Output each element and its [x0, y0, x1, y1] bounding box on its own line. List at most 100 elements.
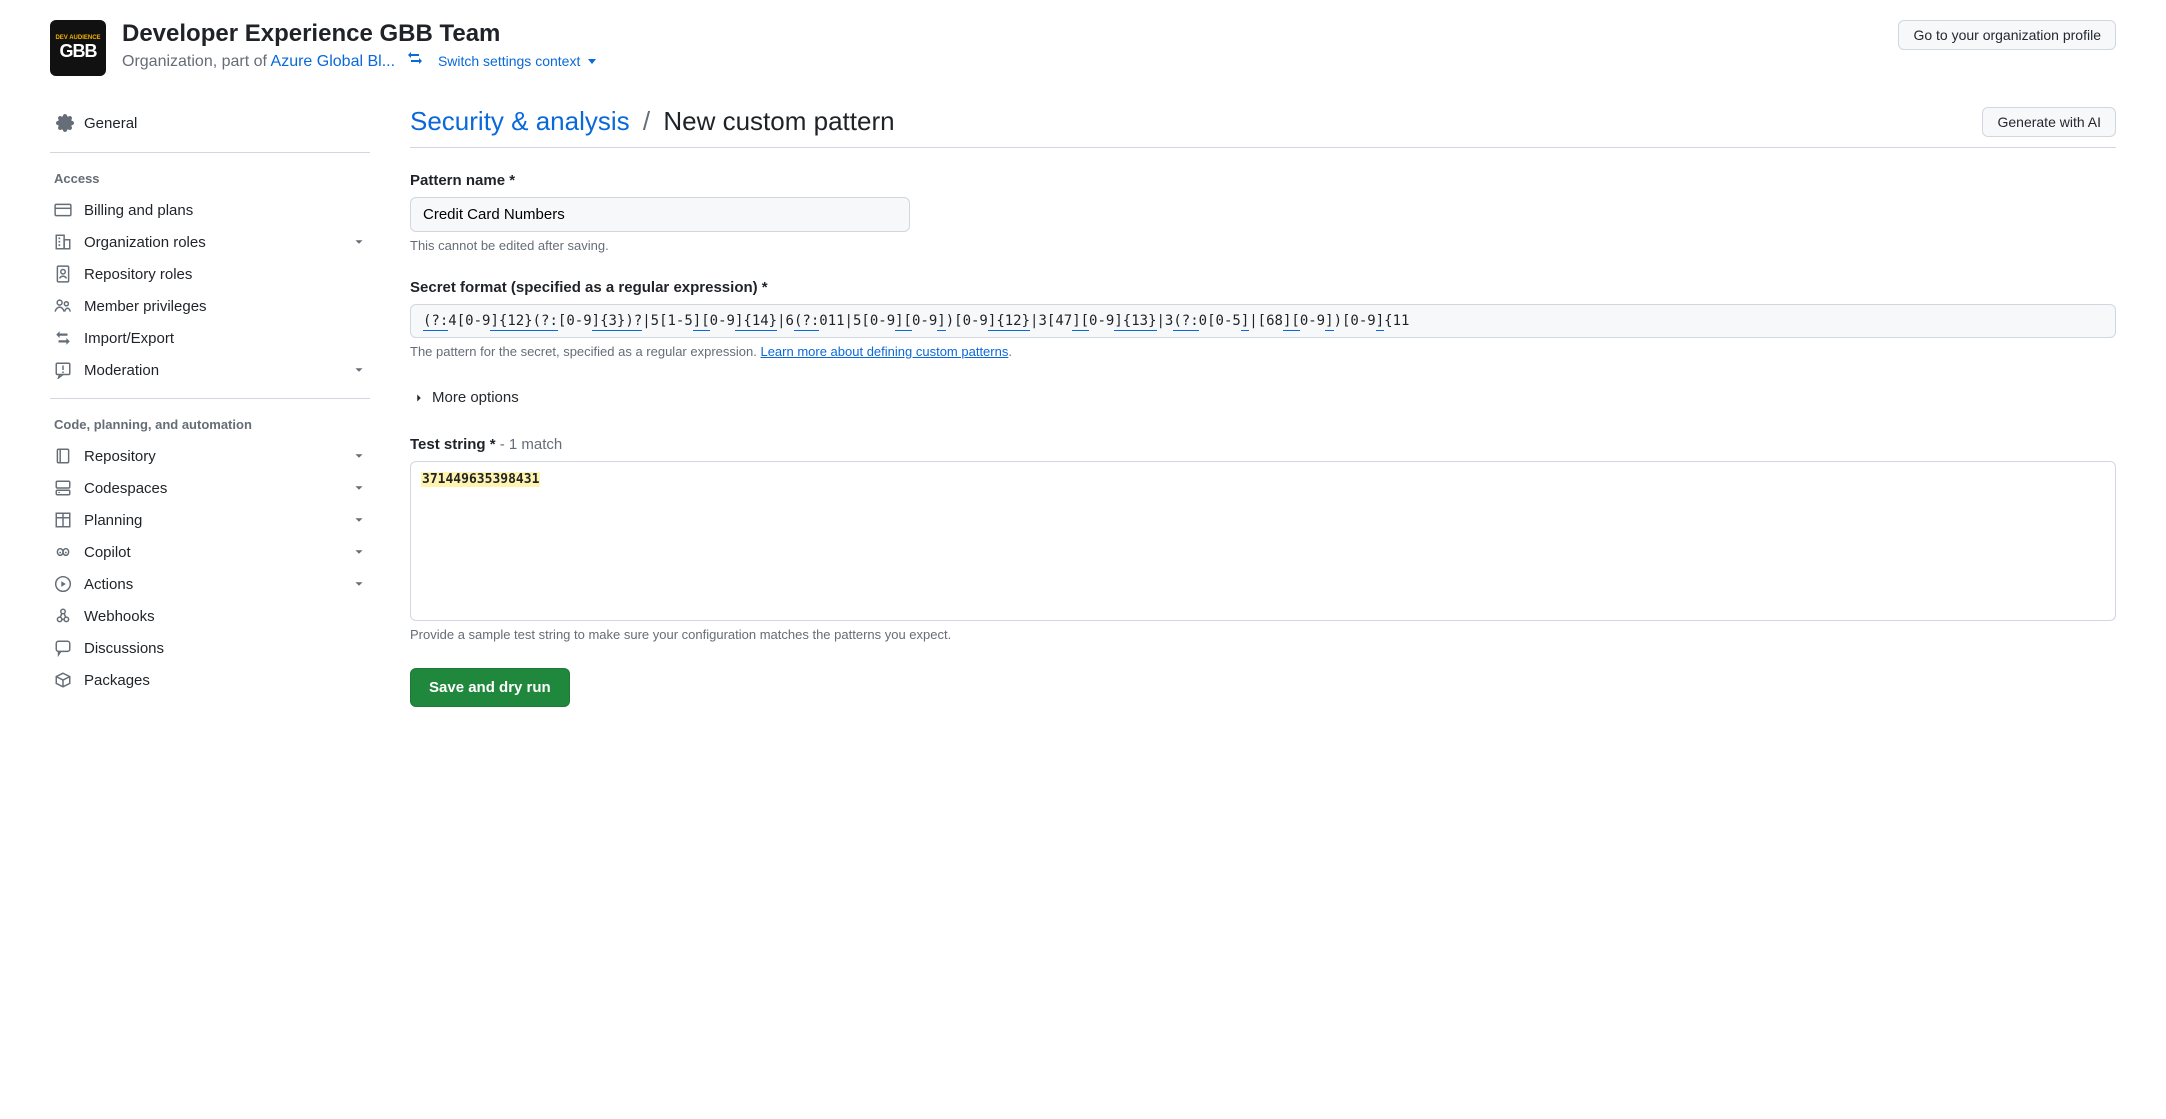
- secret-hint-prefix: The pattern for the secret, specified as…: [410, 344, 760, 359]
- test-string-hint: Provide a sample test string to make sur…: [410, 627, 2116, 642]
- chevron-down-icon: [352, 545, 366, 559]
- sidebar-item-label: Webhooks: [84, 608, 155, 625]
- org-subtitle: Organization, part of Azure Global Bl...…: [122, 50, 596, 71]
- pattern-name-label: Pattern name *: [410, 172, 2116, 189]
- breadcrumb-link[interactable]: Security & analysis: [410, 106, 630, 136]
- credit-card-icon: [54, 201, 72, 219]
- chevron-right-icon: [412, 391, 426, 405]
- secret-hint-link[interactable]: Learn more about defining custom pattern…: [760, 344, 1008, 359]
- sidebar-item-label: Organization roles: [84, 234, 206, 251]
- sidebar: General Access Billing and plans Organiza…: [50, 106, 370, 707]
- sidebar-item-import-export[interactable]: Import/Export: [50, 322, 370, 354]
- secret-format-hint: The pattern for the secret, specified as…: [410, 344, 2116, 359]
- save-dry-run-button[interactable]: Save and dry run: [410, 668, 570, 707]
- sidebar-item-codespaces[interactable]: Codespaces: [50, 472, 370, 504]
- page-header: DEV AUDIENCE GBB Developer Experience GB…: [50, 20, 2116, 76]
- sidebar-general[interactable]: General: [50, 106, 370, 140]
- sidebar-item-repository[interactable]: Repository: [50, 440, 370, 472]
- secret-format-group: Secret format (specified as a regular ex…: [410, 279, 2116, 359]
- sidebar-heading-access: Access: [50, 165, 370, 194]
- sidebar-item-actions[interactable]: Actions: [50, 568, 370, 600]
- sidebar-item-label: Packages: [84, 672, 150, 689]
- table-icon: [54, 511, 72, 529]
- save-dry-run-label: Save and dry run: [429, 679, 551, 696]
- id-badge-icon: [54, 265, 72, 283]
- org-titles: Developer Experience GBB Team Organizati…: [122, 20, 596, 71]
- main-container: General Access Billing and plans Organiza…: [50, 106, 2116, 707]
- sidebar-item-moderation[interactable]: Moderation: [50, 354, 370, 386]
- sidebar-item-discussions[interactable]: Discussions: [50, 632, 370, 664]
- pattern-name-hint: This cannot be edited after saving.: [410, 238, 2116, 253]
- organization-icon: [54, 233, 72, 251]
- report-icon: [54, 361, 72, 379]
- sidebar-item-webhooks[interactable]: Webhooks: [50, 600, 370, 632]
- sidebar-item-label: Billing and plans: [84, 202, 193, 219]
- generate-ai-button[interactable]: Generate with AI: [1982, 107, 2116, 137]
- sidebar-item-planning[interactable]: Planning: [50, 504, 370, 536]
- repo-icon: [54, 447, 72, 465]
- webhook-icon: [54, 607, 72, 625]
- sidebar-item-label: Import/Export: [84, 330, 174, 347]
- more-options-label: More options: [432, 389, 519, 406]
- sidebar-item-label: Member privileges: [84, 298, 207, 315]
- go-to-profile-button[interactable]: Go to your organization profile: [1898, 20, 2116, 50]
- breadcrumb: Security & analysis / New custom pattern: [410, 106, 895, 137]
- comment-icon: [54, 639, 72, 657]
- sidebar-general-label: General: [84, 115, 137, 132]
- sidebar-item-label: Moderation: [84, 362, 159, 379]
- switch-context-label: Switch settings context: [438, 53, 580, 69]
- chevron-down-icon: [352, 235, 366, 249]
- org-avatar[interactable]: DEV AUDIENCE GBB: [50, 20, 106, 76]
- sidebar-divider: [50, 398, 370, 399]
- parent-org-link[interactable]: Azure Global Bl...: [271, 53, 396, 70]
- test-label-text: Test string *: [410, 436, 496, 453]
- sidebar-item-repository-roles[interactable]: Repository roles: [50, 258, 370, 290]
- org-name: Developer Experience GBB Team: [122, 20, 596, 48]
- arrows-icon: [54, 329, 72, 347]
- secret-format-label: Secret format (specified as a regular ex…: [410, 279, 2116, 296]
- sidebar-item-label: Planning: [84, 512, 142, 529]
- sidebar-item-label: Actions: [84, 576, 133, 593]
- sidebar-item-label: Codespaces: [84, 480, 167, 497]
- subtitle-prefix: Organization, part of: [122, 53, 271, 70]
- switch-context-link[interactable]: Switch settings context: [438, 53, 596, 69]
- secret-format-input[interactable]: (?:4[0-9]{12}(?:[0-9]{3})?|5[1-5][0-9]{1…: [410, 304, 2116, 338]
- sidebar-item-label: Repository roles: [84, 266, 192, 283]
- sidebar-item-packages[interactable]: Packages: [50, 664, 370, 696]
- chevron-down-icon: [352, 363, 366, 377]
- swap-icon: [407, 50, 423, 66]
- go-to-profile-label: Go to your organization profile: [1913, 27, 2101, 43]
- sidebar-item-member-privileges[interactable]: Member privileges: [50, 290, 370, 322]
- gear-icon: [56, 114, 74, 132]
- sidebar-heading-code: Code, planning, and automation: [50, 411, 370, 440]
- secret-format-value: (?:4[0-9]{12}(?:[0-9]{3})?|5[1-5][0-9]{1…: [423, 313, 1409, 331]
- avatar-abbrev: GBB: [60, 41, 97, 62]
- header-left: DEV AUDIENCE GBB Developer Experience GB…: [50, 20, 596, 76]
- sidebar-item-copilot[interactable]: Copilot: [50, 536, 370, 568]
- breadcrumb-current: New custom pattern: [663, 106, 894, 136]
- test-string-match: 371449635398431: [421, 472, 540, 487]
- copilot-icon: [54, 543, 72, 561]
- sidebar-item-label: Copilot: [84, 544, 131, 561]
- title-row: Security & analysis / New custom pattern…: [410, 106, 2116, 148]
- test-string-group: Test string * - 1 match 371449635398431 …: [410, 436, 2116, 642]
- test-string-input[interactable]: 371449635398431: [410, 461, 2116, 621]
- sidebar-divider: [50, 152, 370, 153]
- play-icon: [54, 575, 72, 593]
- more-options-group: More options: [410, 385, 2116, 410]
- chevron-down-icon: [588, 59, 596, 64]
- breadcrumb-sep: /: [643, 106, 650, 136]
- package-icon: [54, 671, 72, 689]
- pattern-name-input[interactable]: [410, 197, 910, 232]
- test-string-label: Test string * - 1 match: [410, 436, 2116, 453]
- sidebar-item-label: Discussions: [84, 640, 164, 657]
- pattern-name-group: Pattern name * This cannot be edited aft…: [410, 172, 2116, 253]
- sidebar-item-label: Repository: [84, 448, 156, 465]
- generate-ai-label: Generate with AI: [1997, 114, 2101, 130]
- sidebar-item-organization-roles[interactable]: Organization roles: [50, 226, 370, 258]
- more-options-toggle[interactable]: More options: [410, 385, 2116, 410]
- main-content: Security & analysis / New custom pattern…: [410, 106, 2116, 707]
- test-match-count: - 1 match: [496, 436, 563, 453]
- chevron-down-icon: [352, 513, 366, 527]
- sidebar-item-billing-and-plans[interactable]: Billing and plans: [50, 194, 370, 226]
